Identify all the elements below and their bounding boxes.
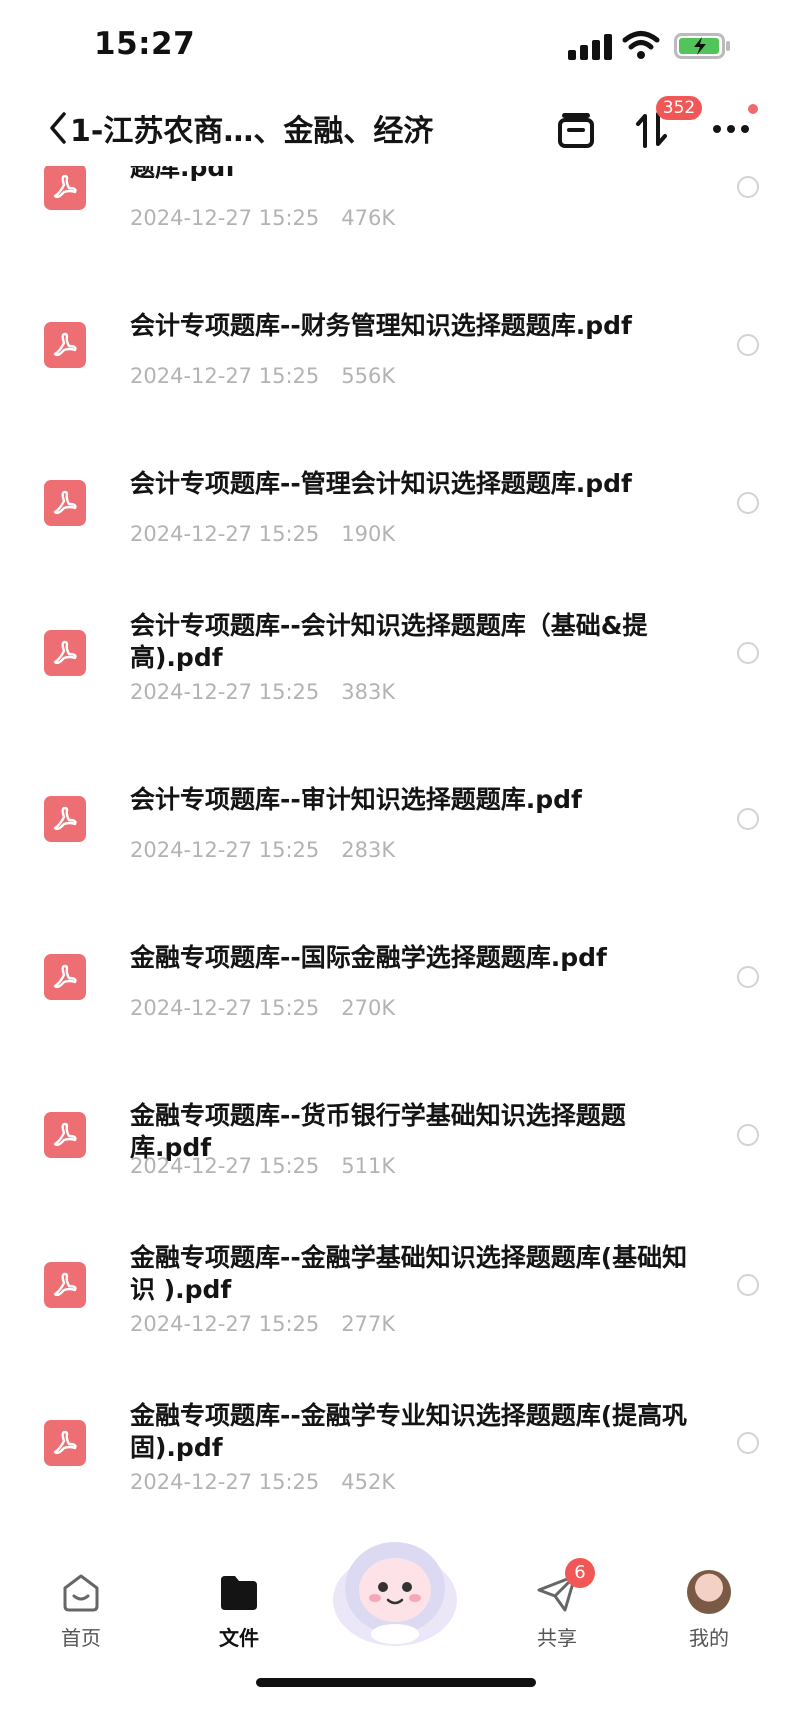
file-meta: 2024-12-27 15:25 452K (130, 1470, 395, 1494)
select-checkbox[interactable] (737, 1432, 759, 1454)
share-count-badge: 6 (565, 1558, 595, 1588)
file-meta: 2024-12-27 15:25 283K (130, 838, 395, 862)
notification-dot (748, 104, 758, 114)
file-size: 190K (341, 522, 396, 546)
file-date: 2024-12-27 15:25 (130, 996, 320, 1020)
file-row[interactable]: 会计专项题库--审计知识选择题题库.pdf 2024-12-27 15:25 283… (0, 758, 790, 916)
tab-me[interactable]: 我的 (664, 1570, 754, 1651)
pdf-icon (44, 630, 86, 676)
file-name: 金融专项题库--金融学基础知识选择题题库(基础知识 ).pdf (130, 1243, 688, 1304)
battery-icon (674, 33, 730, 59)
pdf-icon (44, 322, 86, 368)
tab-files-label: 文件 (219, 1626, 259, 1650)
file-meta: 2024-12-27 15:25 556K (130, 364, 395, 388)
file-list: 题库.pdf 2024-12-27 15:25 476K 会计专项题库--财务管理知识… (0, 166, 790, 1530)
file-meta: 2024-12-27 15:25 270K (130, 996, 395, 1020)
file-row[interactable]: 会计专项题库--财务管理知识选择题题库.pdf 2024-12-27 15:25 5… (0, 284, 790, 442)
more-icon[interactable] (712, 124, 750, 134)
select-checkbox[interactable] (737, 1124, 759, 1146)
file-meta: 2024-12-27 15:25 476K (130, 206, 395, 230)
tab-home-label: 首页 (61, 1626, 101, 1650)
file-date: 2024-12-27 15:25 (130, 206, 320, 230)
select-checkbox[interactable] (737, 334, 759, 356)
file-name: 会计专项题库--会计知识选择题题库（基础&提高).pdf (130, 611, 648, 672)
file-date: 2024-12-27 15:25 (130, 522, 320, 546)
file-size: 383K (341, 680, 396, 704)
transfer-count-badge: 352 (656, 96, 702, 120)
file-size: 277K (341, 1312, 396, 1336)
file-size: 283K (341, 838, 396, 862)
signal-icon (568, 34, 612, 60)
select-checkbox[interactable] (737, 642, 759, 664)
file-size: 511K (341, 1154, 396, 1178)
file-size: 452K (341, 1470, 396, 1494)
file-size: 556K (341, 364, 396, 388)
share-icon-wrap: 6 (535, 1558, 595, 1614)
status-bar: 15:27 (0, 0, 790, 96)
header: 1-江苏农商…、金融、经济 352 (0, 96, 790, 166)
file-name: 金融专项题库--金融学专业知识选择题题库(提高巩固).pdf (130, 1401, 688, 1462)
file-date: 2024-12-27 15:25 (130, 1154, 320, 1178)
box-icon[interactable] (556, 110, 596, 150)
select-checkbox[interactable] (737, 1274, 759, 1296)
wifi-icon (622, 31, 660, 59)
select-checkbox[interactable] (737, 176, 759, 198)
file-name: 会计专项题库--审计知识选择题题库.pdf (130, 785, 582, 814)
file-row[interactable]: 会计专项题库--管理会计知识选择题题库.pdf 2024-12-27 15:25 1… (0, 442, 790, 600)
file-size: 270K (341, 996, 396, 1020)
file-name: 会计专项题库--财务管理知识选择题题库.pdf (130, 311, 632, 340)
file-date: 2024-12-27 15:25 (130, 1470, 320, 1494)
file-date: 2024-12-27 15:25 (130, 680, 320, 704)
file-meta: 2024-12-27 15:25 190K (130, 522, 395, 546)
file-meta: 2024-12-27 15:25 383K (130, 680, 395, 704)
file-row[interactable]: 会计专项题库--会计知识选择题题库（基础&提高).pdf 2024-12-27 1… (0, 600, 790, 758)
file-row[interactable]: 金融专项题库--货币银行学基础知识选择题题库.pdf 2024-12-27 15:… (0, 1074, 790, 1232)
folder-icon (221, 1576, 257, 1610)
file-name: 金融专项题库--国际金融学选择题题库.pdf (130, 943, 607, 972)
tab-share-label: 共享 (537, 1626, 577, 1650)
file-meta: 2024-12-27 15:25 511K (130, 1154, 395, 1178)
pdf-icon (44, 796, 86, 842)
pdf-icon (44, 954, 86, 1000)
pdf-icon (44, 1112, 86, 1158)
status-time: 15:27 (94, 26, 196, 62)
file-name: 题库.pdf (130, 166, 237, 182)
home-icon (63, 1574, 99, 1612)
pdf-icon (44, 1262, 86, 1308)
tab-home[interactable]: 首页 (36, 1570, 126, 1651)
select-checkbox[interactable] (737, 492, 759, 514)
file-name: 会计专项题库--管理会计知识选择题题库.pdf (130, 469, 632, 498)
pdf-icon (44, 480, 86, 526)
select-checkbox[interactable] (737, 966, 759, 988)
file-row[interactable]: 金融专项题库--金融学基础知识选择题题库(基础知识 ).pdf 2024-12-2… (0, 1232, 790, 1390)
file-size: 476K (341, 206, 396, 230)
file-date: 2024-12-27 15:25 (130, 838, 320, 862)
file-date: 2024-12-27 15:25 (130, 364, 320, 388)
file-row[interactable]: 金融专项题库--金融学专业知识选择题题库(提高巩固).pdf 2024-12-27… (0, 1390, 790, 1530)
avatar (687, 1570, 731, 1614)
file-row[interactable]: 题库.pdf 2024-12-27 15:25 476K (0, 166, 790, 284)
file-row[interactable]: 金融专项题库--国际金融学选择题题库.pdf 2024-12-27 15:25 27… (0, 916, 790, 1074)
mascot-icon[interactable] (328, 1530, 462, 1648)
file-date: 2024-12-27 15:25 (130, 1312, 320, 1336)
pdf-icon (44, 166, 86, 210)
tab-share[interactable]: 6 共享 (512, 1558, 602, 1651)
tab-me-label: 我的 (689, 1626, 729, 1650)
file-meta: 2024-12-27 15:25 277K (130, 1312, 395, 1336)
chevron-left-icon[interactable] (48, 110, 68, 146)
select-checkbox[interactable] (737, 808, 759, 830)
home-indicator (256, 1678, 536, 1687)
tab-files[interactable]: 文件 (194, 1570, 284, 1651)
page-title: 1-江苏农商…、金融、经济 (70, 114, 434, 149)
pdf-icon (44, 1420, 86, 1466)
